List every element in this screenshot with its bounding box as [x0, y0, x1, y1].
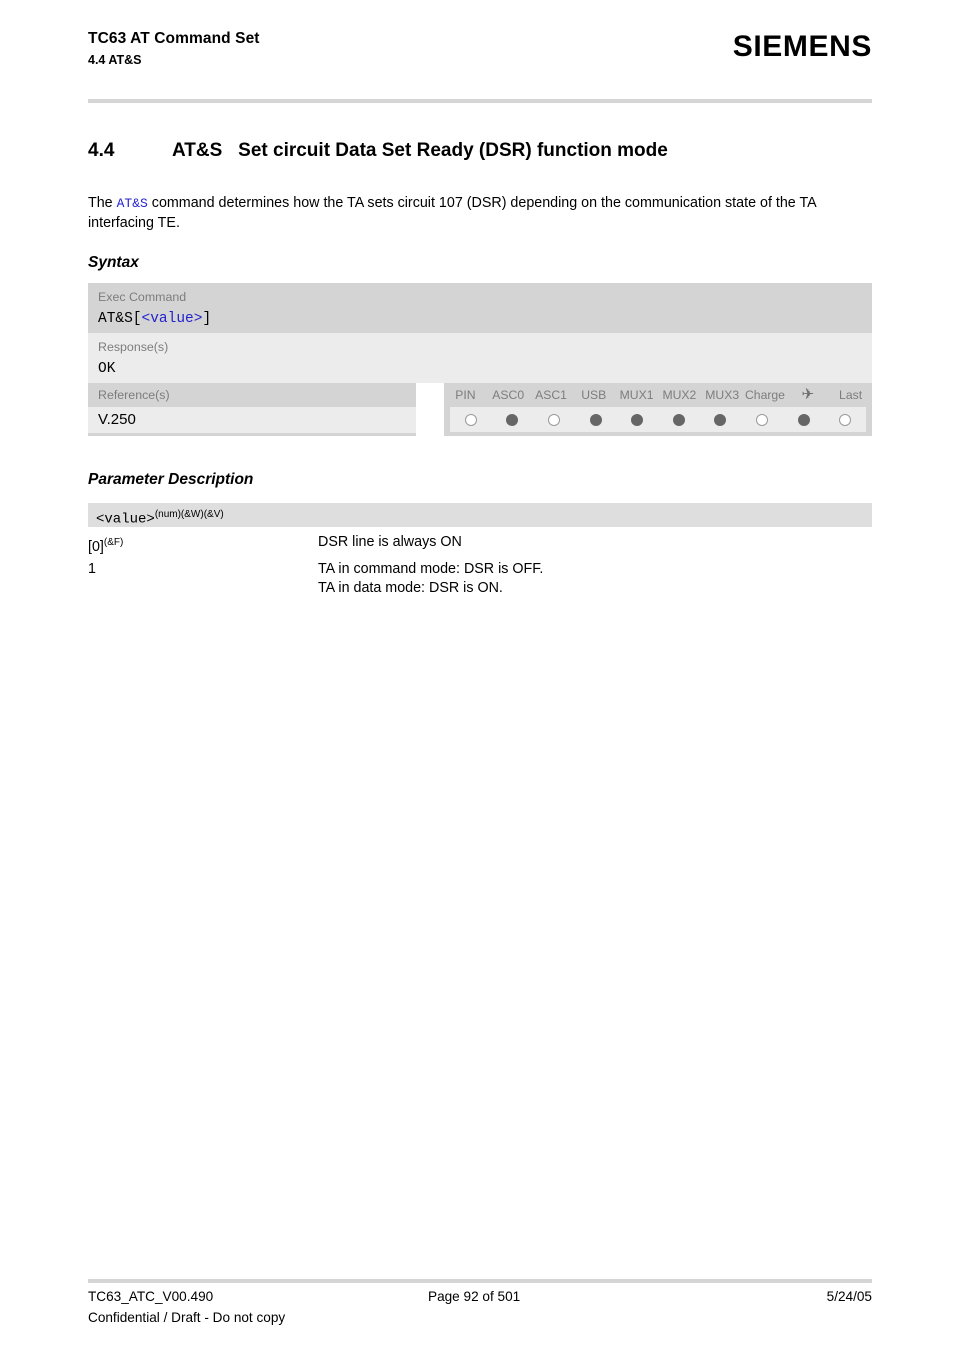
- reference-label: Reference(s): [98, 388, 170, 402]
- exec-command-label: Exec Command: [98, 290, 187, 304]
- supported-dot-empty-icon: [464, 413, 477, 426]
- parameter-name-band: <value>(num)(&W)(&V): [88, 503, 872, 528]
- supported-dot-empty-icon: [547, 413, 560, 426]
- exec-command-suffix: ]: [202, 311, 212, 327]
- parameter-value-key-text: 1: [88, 560, 96, 577]
- reference-value-box: V.250: [88, 407, 416, 433]
- response-block: Response(s) OK: [88, 333, 872, 383]
- siemens-logo: SIEMENS: [732, 30, 872, 63]
- response-value: OK: [98, 361, 116, 377]
- support-matrix-column-label: MUX2: [662, 387, 697, 402]
- parameter-name-text: <value>: [96, 511, 155, 528]
- support-matrix-column-label: MUX3: [705, 387, 740, 402]
- supported-dot-empty-icon: [839, 413, 852, 426]
- supported-dot-filled-icon: [589, 413, 602, 426]
- support-matrix-cell: [492, 413, 534, 426]
- support-matrix-cell: [824, 413, 866, 426]
- parameter-value-row: [0](&F) DSR line is always ON: [88, 533, 872, 557]
- header-divider: [88, 99, 872, 103]
- support-matrix-column-label: ASC0: [492, 387, 525, 402]
- parameter-name: <value>(num)(&W)(&V): [88, 503, 872, 532]
- support-matrix-column-label: Charge: [744, 387, 785, 402]
- support-matrix-cell: [450, 413, 492, 426]
- footer-date: 5/24/05: [826, 1289, 872, 1304]
- intro-text-before: The: [88, 195, 117, 211]
- support-matrix-cell: [575, 413, 617, 426]
- document-page: TC63 AT Command Set 4.4 AT&S SIEMENS 4.4…: [0, 0, 954, 1351]
- parameter-name-superscript: (num)(&W)(&V): [154, 509, 224, 520]
- section-number: 4.4: [88, 140, 115, 161]
- exec-command-prefix: AT&S[: [98, 311, 142, 327]
- support-matrix-cell: [616, 413, 658, 426]
- support-matrix-cell: [783, 413, 825, 426]
- parameter-value-description: DSR line is always ON: [318, 534, 462, 550]
- support-matrix-values-row: [450, 407, 866, 432]
- command-cross-reference-link[interactable]: AT&S: [117, 196, 148, 211]
- intro-text-after: command determines how the TA sets circu…: [88, 195, 816, 231]
- support-matrix-column-label: Last: [839, 387, 863, 402]
- supported-dot-filled-icon: [714, 413, 727, 426]
- support-matrix-column-label: ASC1: [535, 387, 567, 402]
- footer-confidentiality-notice: Confidential / Draft - Do not copy: [88, 1310, 286, 1325]
- footer-page-number: Page 92 of 501: [428, 1289, 521, 1304]
- exec-command-placeholder: <value>: [141, 311, 203, 327]
- support-matrix-cell: [658, 413, 700, 426]
- section-title: Set circuit Data Set Ready (DSR) functio…: [238, 140, 668, 161]
- support-matrix-column-label: MUX1: [619, 387, 654, 402]
- support-matrix-header-row: PIN ASC0 ASC1 USB MUX1 MUX2 MUX3 Charge ✈ Last: [444, 383, 872, 406]
- syntax-heading: Syntax: [88, 254, 139, 271]
- supported-dot-empty-icon: [755, 413, 768, 426]
- footer-document-id: TC63_ATC_V00.490: [88, 1289, 214, 1304]
- support-matrix-cell: [741, 413, 783, 426]
- exec-command-block: Exec Command AT&S[<value>]: [88, 283, 872, 333]
- page-title: 4.4 AT&S Set circuit Data Set Ready (DSR)…: [88, 139, 872, 163]
- airplane-icon: ✈: [801, 385, 815, 403]
- supported-dot-filled-icon: [672, 413, 685, 426]
- page-footer: TC63_ATC_V00.490 Page 92 of 501 5/24/05 …: [88, 1287, 872, 1328]
- footer-divider: [88, 1279, 872, 1283]
- document-title: TC63 AT Command Set: [88, 30, 260, 47]
- parameter-value-key-text: [0]: [88, 538, 104, 555]
- parameter-value-key: 1: [88, 560, 318, 598]
- support-matrix-column-label: PIN: [455, 387, 476, 402]
- response-label: Response(s): [98, 340, 169, 354]
- header-text-group: TC63 AT Command Set 4.4 AT&S: [88, 28, 260, 70]
- header-section-ref: 4.4 AT&S: [88, 53, 142, 67]
- supported-dot-filled-icon: [631, 413, 644, 426]
- supported-dot-filled-icon: [797, 413, 810, 426]
- parameter-value-key: [0](&F): [88, 533, 318, 557]
- reference-block: Reference(s) V.250: [88, 383, 416, 436]
- section-command: AT&S: [172, 140, 223, 161]
- exec-command-value: AT&S[<value>]: [88, 308, 872, 330]
- reference-value: V.250: [98, 411, 136, 428]
- intro-paragraph: The AT&S command determines how the TA s…: [88, 194, 876, 232]
- parameter-value-description: TA in command mode: DSR is OFF. TA in dat…: [318, 560, 544, 596]
- support-matrix-column-label: USB: [581, 387, 607, 402]
- parameter-value-list: [0](&F) DSR line is always ON 1 TA in comma…: [88, 533, 872, 601]
- support-matrix: PIN ASC0 ASC1 USB MUX1 MUX2 MUX3 Charge ✈ Last: [444, 383, 872, 436]
- support-matrix-cell: [700, 413, 742, 426]
- page-header: TC63 AT Command Set 4.4 AT&S SIEMENS: [88, 28, 872, 70]
- supported-dot-filled-icon: [506, 413, 519, 426]
- parameter-value-key-superscript: (&F): [103, 537, 124, 548]
- footer-primary-line: TC63_ATC_V00.490 Page 92 of 501 5/24/05: [88, 1287, 872, 1307]
- parameter-value-row: 1 TA in command mode: DSR is OFF. TA in da…: [88, 560, 872, 598]
- support-matrix-cell: [533, 413, 575, 426]
- parameter-description-heading: Parameter Description: [88, 471, 254, 488]
